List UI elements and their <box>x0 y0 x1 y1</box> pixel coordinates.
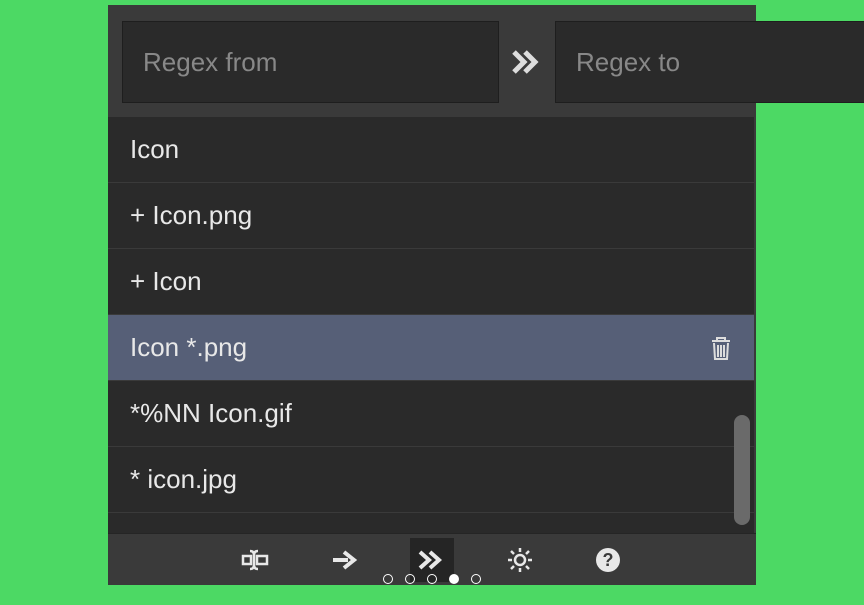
list-item[interactable]: Icon *.png <box>108 315 754 381</box>
list-item-label: *%NN Icon.gif <box>130 398 292 429</box>
double-arrow-right-icon[interactable] <box>410 538 454 582</box>
svg-text:?: ? <box>603 550 614 570</box>
text-cursor-icon[interactable] <box>234 538 278 582</box>
pattern-list: Icon + Icon.png + Icon Icon *.png *%NN I… <box>108 117 754 533</box>
list-item-label: * icon.jpg <box>130 464 237 495</box>
list-item-label: + Icon.png <box>130 200 252 231</box>
list-item[interactable]: * icon.jpg <box>108 447 754 513</box>
trash-icon[interactable] <box>708 334 734 362</box>
bottom-toolbar: ? <box>108 533 756 585</box>
list-item[interactable]: + Icon <box>108 249 754 315</box>
list-item[interactable]: Icon <box>108 117 754 183</box>
regex-panel: Icon + Icon.png + Icon Icon *.png *%NN I… <box>108 5 756 585</box>
list-item-label: Icon <box>130 134 179 165</box>
help-icon[interactable]: ? <box>586 538 630 582</box>
scrollbar-thumb[interactable] <box>734 415 750 525</box>
gear-icon[interactable] <box>498 538 542 582</box>
list-item[interactable]: *%NN Icon.gif <box>108 381 754 447</box>
list-item-label: + Icon <box>130 266 202 297</box>
inputs-row <box>108 5 756 117</box>
regex-from-input[interactable] <box>122 21 499 103</box>
list-item-label: Icon *.png <box>130 332 247 363</box>
double-arrow-right-icon <box>511 48 543 76</box>
list-item[interactable]: + Icon.png <box>108 183 754 249</box>
regex-to-input[interactable] <box>555 21 864 103</box>
arrow-right-icon[interactable] <box>322 538 366 582</box>
